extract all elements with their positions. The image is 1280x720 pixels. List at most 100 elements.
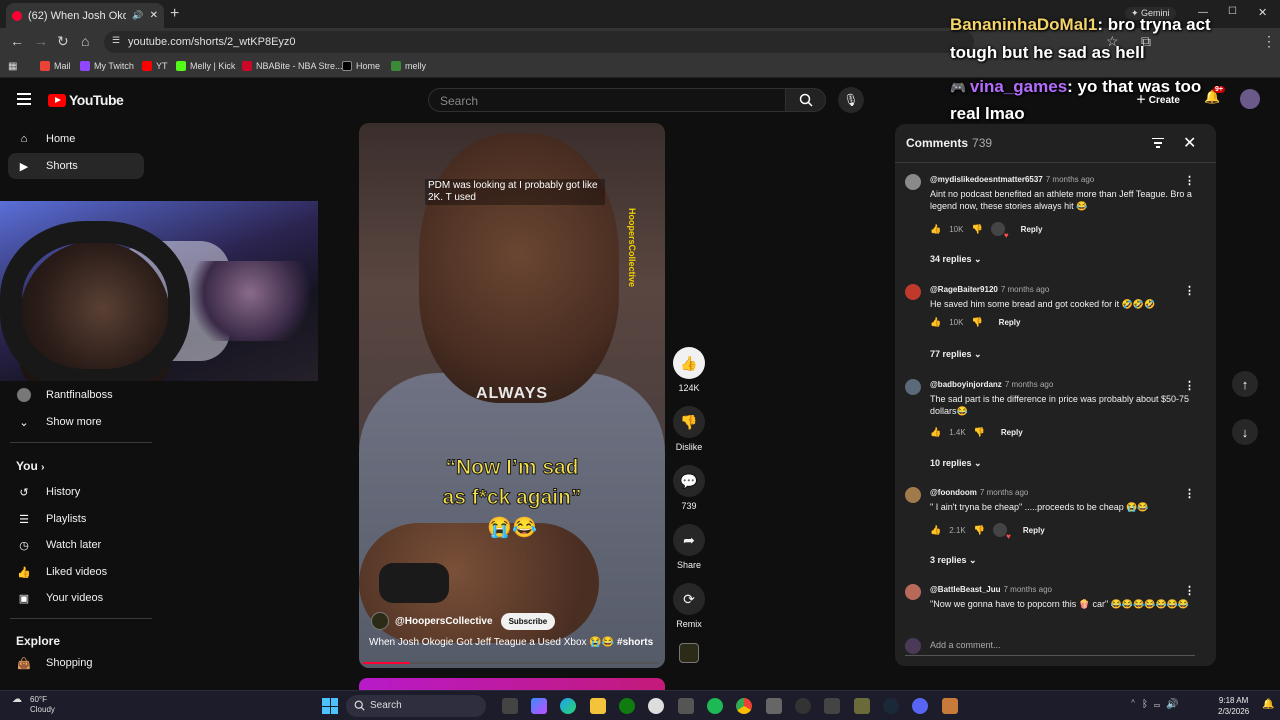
url-field[interactable]: ☰ youtube.com/shorts/2_wtKP8Eyz0: [104, 31, 974, 53]
comment-menu-icon[interactable]: ⋮: [1184, 487, 1195, 500]
close-icon[interactable]: ✕: [1183, 133, 1196, 153]
xbox-icon[interactable]: [619, 698, 635, 714]
window-close-button[interactable]: ✕: [1258, 6, 1267, 19]
bookmark-my-twitch[interactable]: My Twitch: [80, 61, 134, 71]
sidebar-item-your-videos[interactable]: ▣ Your videos: [8, 585, 144, 611]
youtube-logo[interactable]: YouTube: [48, 92, 124, 108]
video-progress-bar[interactable]: [363, 662, 659, 664]
dislike-button[interactable]: 👎 Dislike: [672, 406, 706, 452]
show-more-button[interactable]: ⌄ Show more: [8, 409, 144, 435]
bookmark-home[interactable]: Home: [342, 61, 380, 71]
comment-menu-icon[interactable]: ⋮: [1184, 174, 1195, 187]
sidebar-item-shopping[interactable]: 👜 Shopping: [8, 650, 144, 676]
channel-name[interactable]: @HoopersCollective: [395, 616, 493, 627]
thumbs-down-icon[interactable]: 👎: [974, 427, 985, 438]
weather-widget[interactable]: ☁ 60°F Cloudy: [12, 695, 55, 715]
sidebar-item-history[interactable]: ↺ History: [8, 479, 144, 505]
bookmark-nbabite[interactable]: NBABite - NBA Stre...: [242, 61, 343, 71]
forward-icon[interactable]: →: [34, 33, 48, 49]
app-icon[interactable]: [942, 698, 958, 714]
maximize-button[interactable]: ☐: [1228, 6, 1237, 17]
remix-button[interactable]: ⟳ Remix: [672, 583, 706, 629]
sidebar-item-liked-videos[interactable]: 👍 Liked videos: [8, 559, 144, 585]
bookmark-mail[interactable]: Mail: [40, 61, 71, 71]
subscribe-button[interactable]: Subscribe: [500, 612, 556, 630]
taskbar-search[interactable]: Search: [346, 695, 486, 717]
hamburger-menu-icon[interactable]: [17, 93, 31, 105]
comment-avatar[interactable]: [905, 284, 921, 300]
sound-avatar[interactable]: [679, 643, 699, 663]
comment-menu-icon[interactable]: ⋮: [1184, 379, 1195, 392]
tab-audio-icon[interactable]: 🔊: [132, 10, 143, 21]
comment-menu-icon[interactable]: ⋮: [1184, 584, 1195, 597]
taskbar-clock[interactable]: 9:18 AM 2/3/2026: [1218, 695, 1249, 717]
video-title[interactable]: When Josh Okogie Got Jeff Teague a Used …: [369, 637, 653, 648]
github-icon[interactable]: [648, 698, 664, 714]
previous-short-button[interactable]: ↑: [1232, 371, 1258, 397]
home-browser-icon[interactable]: ⌂: [81, 33, 89, 49]
like-button[interactable]: 👍 124K: [672, 347, 706, 393]
comment-author[interactable]: @badboyinjordanz 7 months ago: [930, 380, 1053, 389]
bookmark-yt[interactable]: YT: [142, 61, 168, 71]
search-input[interactable]: Search: [428, 88, 786, 112]
comment-author[interactable]: @mydislikedoesntmatter6537 7 months ago: [930, 175, 1094, 184]
new-tab-button[interactable]: +: [170, 5, 179, 23]
view-replies-button[interactable]: 3 replies ⌄: [930, 555, 977, 566]
media-player-icon[interactable]: [795, 698, 811, 714]
reload-icon[interactable]: ↻: [57, 33, 69, 50]
add-comment-input[interactable]: Add a comment...: [905, 638, 1195, 656]
bookmark-melly[interactable]: melly: [391, 61, 426, 71]
browser-tab[interactable]: (62) When Josh Okogie Got 🔊 ✕: [6, 3, 164, 28]
file-explorer-icon[interactable]: [590, 698, 606, 714]
back-icon[interactable]: ←: [10, 33, 24, 49]
discord-icon[interactable]: [912, 698, 928, 714]
account-avatar[interactable]: [1240, 89, 1260, 109]
thumbs-up-icon[interactable]: 👍: [930, 317, 941, 328]
app-icon[interactable]: [824, 698, 840, 714]
reply-button[interactable]: Reply: [1023, 526, 1045, 535]
thumbs-down-icon[interactable]: 👎: [971, 224, 982, 235]
view-replies-button[interactable]: 34 replies ⌄: [930, 254, 982, 265]
sidebar-item-watch-later[interactable]: ◷ Watch later: [8, 532, 144, 558]
comment-menu-icon[interactable]: ⋮: [1184, 284, 1195, 297]
apps-grid-icon[interactable]: ▦: [8, 61, 17, 72]
comment-author[interactable]: @BattleBeast_Juu 7 months ago: [930, 585, 1052, 594]
notifications-button[interactable]: 🔔 9+: [1204, 86, 1225, 105]
store-icon[interactable]: [678, 698, 694, 714]
thumbs-up-icon[interactable]: 👍: [930, 427, 941, 438]
comment-author[interactable]: @foondoom 7 months ago: [930, 488, 1028, 497]
windows-start-icon[interactable]: [322, 698, 338, 714]
notification-bell-icon[interactable]: 🔔: [1262, 699, 1274, 710]
thumbs-down-icon[interactable]: 👎: [974, 525, 985, 536]
menu-kebab-icon[interactable]: ⋮: [1262, 33, 1276, 50]
next-short-button[interactable]: ↓: [1232, 419, 1258, 445]
steam-icon[interactable]: [883, 698, 899, 714]
voice-search-button[interactable]: 🎙: [838, 87, 864, 113]
chrome-icon[interactable]: [736, 698, 752, 714]
shorts-video-player[interactable]: PDM was looking at I probably got like 2…: [359, 123, 665, 668]
video-hashtag[interactable]: #shorts: [617, 637, 653, 648]
task-view-icon[interactable]: [502, 698, 518, 714]
bookmark-melly-kick[interactable]: Melly | Kick: [176, 61, 235, 71]
site-info-icon[interactable]: ☰: [112, 35, 120, 46]
comment-avatar[interactable]: [905, 174, 921, 190]
thumbs-up-icon[interactable]: 👍: [930, 525, 941, 536]
sidebar-item-playlists[interactable]: ☰ Playlists: [8, 506, 144, 532]
share-button[interactable]: ➦ Share: [672, 524, 706, 570]
sidebar-item-home[interactable]: ⌂ Home: [8, 126, 144, 152]
reply-button[interactable]: Reply: [999, 318, 1021, 327]
comment-avatar[interactable]: [905, 487, 921, 503]
search-button[interactable]: [786, 88, 826, 112]
sidebar-item-rantfinalboss[interactable]: Rantfinalboss: [8, 382, 144, 408]
comment-author[interactable]: @RageBaiter9120 7 months ago: [930, 285, 1049, 294]
sidebar-item-shorts[interactable]: ▶ Shorts: [8, 153, 144, 179]
next-short-preview[interactable]: [359, 678, 665, 690]
app-icon[interactable]: [854, 698, 870, 714]
comment-avatar[interactable]: [905, 379, 921, 395]
copilot-icon[interactable]: [531, 698, 547, 714]
app-icon[interactable]: [766, 698, 782, 714]
thumbs-down-icon[interactable]: 👎: [971, 317, 982, 328]
reply-button[interactable]: Reply: [1021, 225, 1043, 234]
sort-icon[interactable]: [1152, 138, 1164, 148]
reply-button[interactable]: Reply: [1001, 428, 1023, 437]
